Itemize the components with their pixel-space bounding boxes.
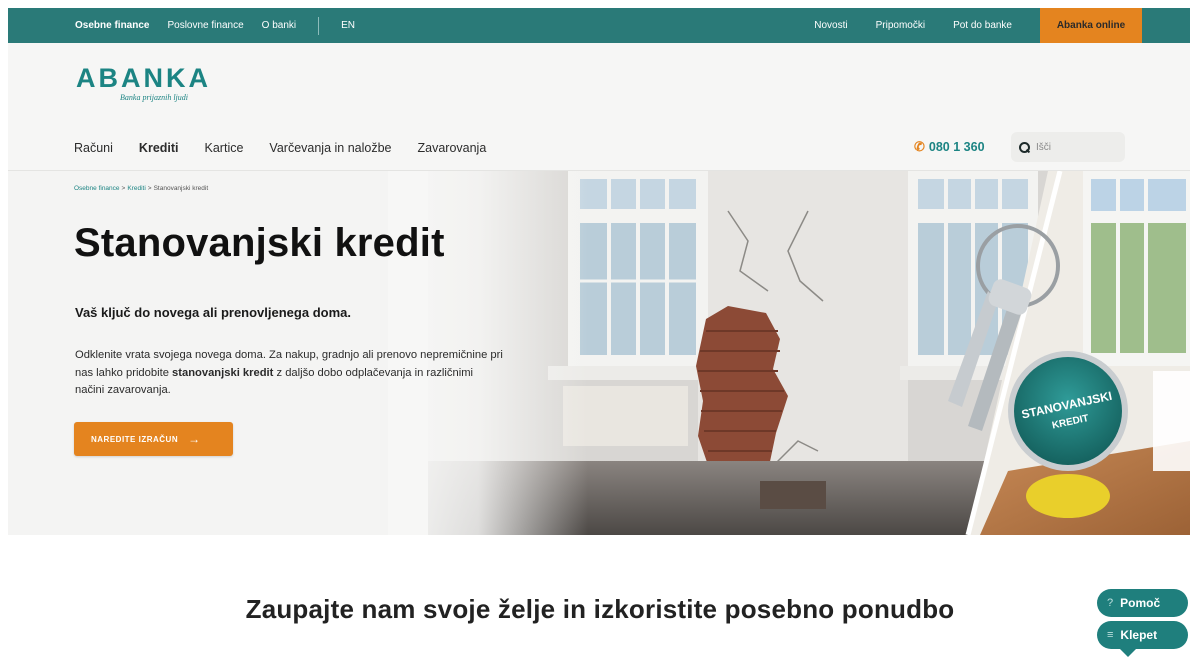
breadcrumb-item-home[interactable]: Osebne finance xyxy=(74,185,120,192)
breadcrumb-separator: > xyxy=(121,185,126,192)
phone-icon: ✆ xyxy=(914,139,925,154)
help-button-label: Pomoč xyxy=(1120,596,1161,610)
calculate-button[interactable]: NAREDITE IZRAČUN → xyxy=(74,422,233,456)
question-icon: ? xyxy=(1107,597,1114,609)
news-link[interactable]: Novosti xyxy=(814,20,847,31)
chat-button[interactable]: ≡ Klepet xyxy=(1097,621,1188,657)
nav-item-accounts[interactable]: Računi xyxy=(74,141,113,155)
tools-link[interactable]: Pripomočki xyxy=(876,20,925,31)
page-title: Stanovanjski kredit xyxy=(74,221,445,265)
phone-link[interactable]: ✆ 080 1 360 xyxy=(914,139,985,155)
loan-badge: STANOVANJSKI KREDIT xyxy=(1008,351,1128,471)
logo[interactable]: ABANKA Banka prijaznih ljudi xyxy=(76,63,211,103)
segment-business[interactable]: Poslovne finance xyxy=(167,20,243,31)
arrow-right-icon: → xyxy=(188,432,201,446)
breadcrumb-separator: > xyxy=(147,185,152,192)
segment-personal[interactable]: Osebne finance xyxy=(75,20,149,31)
hero-content: Osebne finance > Krediti > Stanovanjski kred… xyxy=(8,171,568,535)
site-header: ABANKA Banka prijaznih ljudi Računi Kred… xyxy=(8,43,1190,171)
divider xyxy=(318,16,320,35)
search-icon[interactable] xyxy=(1019,141,1030,153)
help-button[interactable]: ? Pomoč xyxy=(1097,589,1188,617)
directions-link[interactable]: Pot do banke xyxy=(953,20,1012,31)
hero-description: Odklenite vrata svojega novega doma. Za … xyxy=(75,347,505,400)
logo-tagline: Banka prijaznih ljudi xyxy=(120,93,188,102)
segment-nav: Osebne finance Poslovne finance O banki … xyxy=(8,8,355,43)
top-bar: Osebne finance Poslovne finance O banki … xyxy=(8,8,1190,43)
section-title: Zaupajte nam svoje želje in izkoristite … xyxy=(245,594,955,624)
nav-item-insurance[interactable]: Zavarovanja xyxy=(418,141,487,155)
nav-item-loans[interactable]: Krediti xyxy=(139,141,179,155)
phone-number: 080 1 360 xyxy=(928,140,985,154)
utility-nav: Novosti Pripomočki Pot do banke Abanka o… xyxy=(814,8,1190,43)
breadcrumb: Osebne finance > Krediti > Stanovanjski kred… xyxy=(74,185,208,192)
hero-banner: STANOVANJSKI KREDIT Osebne finance > Kredi… xyxy=(8,171,1190,535)
hero-subtitle: Vaš ključ do novega ali prenovljenega do… xyxy=(75,305,351,320)
chat-icon: ≡ xyxy=(1107,629,1114,641)
search-input[interactable] xyxy=(1036,141,1116,153)
segment-about[interactable]: O banki xyxy=(262,20,296,31)
hero-text-bold: stanovanjski kredit xyxy=(172,366,274,379)
online-banking-button[interactable]: Abanka online xyxy=(1040,8,1142,43)
breadcrumb-item-current: Stanovanjski kredit xyxy=(153,185,209,192)
language-switch[interactable]: EN xyxy=(341,20,355,31)
main-nav: Računi Krediti Kartice Varčevanja in nal… xyxy=(74,141,486,155)
logo-wordmark: ABANKA xyxy=(76,63,211,93)
chat-button-label: Klepet xyxy=(1120,628,1158,642)
breadcrumb-item-loans[interactable]: Krediti xyxy=(127,185,145,192)
nav-item-cards[interactable]: Kartice xyxy=(205,141,244,155)
calculate-button-label: NAREDITE IZRAČUN xyxy=(91,434,179,444)
nav-item-savings[interactable]: Varčevanja in naložbe xyxy=(269,141,391,155)
search-box[interactable] xyxy=(1011,132,1125,162)
